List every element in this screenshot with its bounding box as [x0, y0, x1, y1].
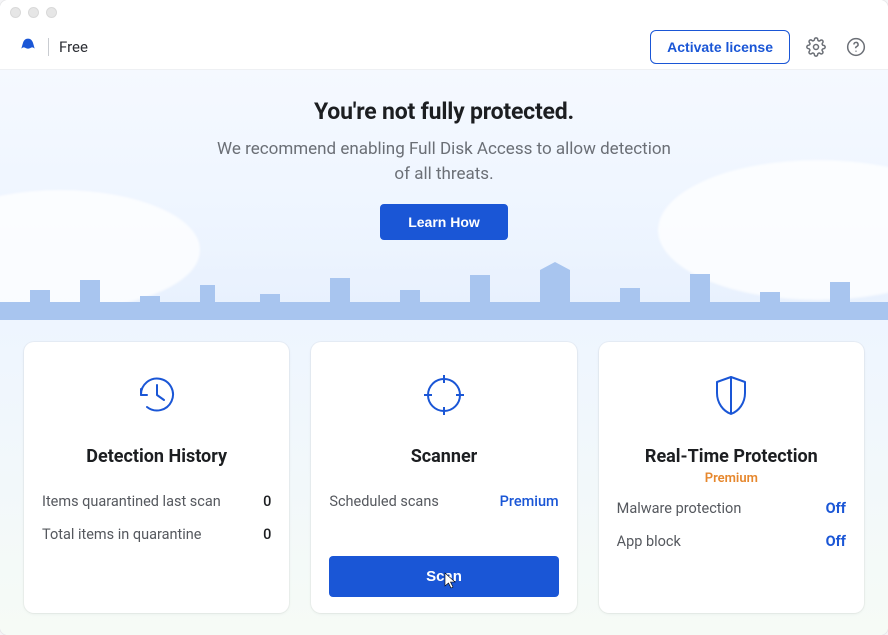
row-value: 0: [263, 526, 271, 543]
card-title: Detection History: [42, 446, 271, 467]
card-title: Scanner: [329, 446, 558, 467]
app-window: Free Activate license You're not fully p…: [0, 0, 888, 635]
hero-title: You're not fully protected.: [0, 98, 888, 125]
malware-protection-toggle[interactable]: Off: [826, 500, 846, 517]
detection-history-card: Detection History Items quarantined last…: [24, 342, 289, 613]
realtime-protection-card: Real-Time Protection Premium Malware pro…: [599, 342, 864, 613]
gear-icon: [806, 37, 826, 57]
realtime-row: App block Off: [617, 533, 846, 550]
shield-icon: [617, 366, 846, 424]
scanner-row: Scheduled scans Premium: [329, 493, 558, 510]
history-row: Total items in quarantine 0: [42, 526, 271, 543]
titlebar: [0, 0, 888, 24]
history-row: Items quarantined last scan 0: [42, 493, 271, 510]
row-label: App block: [617, 533, 681, 550]
premium-badge: Premium: [617, 471, 846, 486]
cards-area: Detection History Items quarantined last…: [0, 320, 888, 635]
realtime-row: Malware protection Off: [617, 500, 846, 517]
divider: [48, 38, 49, 56]
row-label: Malware protection: [617, 500, 742, 517]
scanner-card: Scanner Scheduled scans Premium Scan: [311, 342, 576, 613]
minimize-window-button[interactable]: [28, 7, 39, 18]
row-label: Total items in quarantine: [42, 526, 201, 543]
settings-button[interactable]: [802, 33, 830, 61]
header-bar: Free Activate license: [0, 24, 888, 70]
help-icon: [846, 37, 866, 57]
crosshair-icon: [329, 366, 558, 424]
hero-subtitle: We recommend enabling Full Disk Access t…: [0, 137, 888, 186]
premium-link[interactable]: Premium: [500, 493, 559, 510]
app-block-toggle[interactable]: Off: [826, 533, 846, 550]
tier-label: Free: [59, 38, 88, 56]
logo-area: Free: [18, 37, 88, 57]
learn-how-button[interactable]: Learn How: [380, 204, 508, 240]
scan-button[interactable]: Scan: [329, 556, 558, 597]
zoom-window-button[interactable]: [46, 7, 57, 18]
help-button[interactable]: [842, 33, 870, 61]
row-label: Items quarantined last scan: [42, 493, 221, 510]
skyline-decoration: [0, 260, 888, 320]
close-window-button[interactable]: [10, 7, 21, 18]
activate-license-button[interactable]: Activate license: [650, 30, 790, 64]
hero-banner: You're not fully protected. We recommend…: [0, 70, 888, 320]
row-label: Scheduled scans: [329, 493, 439, 510]
app-logo-icon: [18, 37, 38, 57]
row-value: 0: [263, 493, 271, 510]
card-title: Real-Time Protection: [617, 446, 846, 467]
history-icon: [42, 366, 271, 424]
